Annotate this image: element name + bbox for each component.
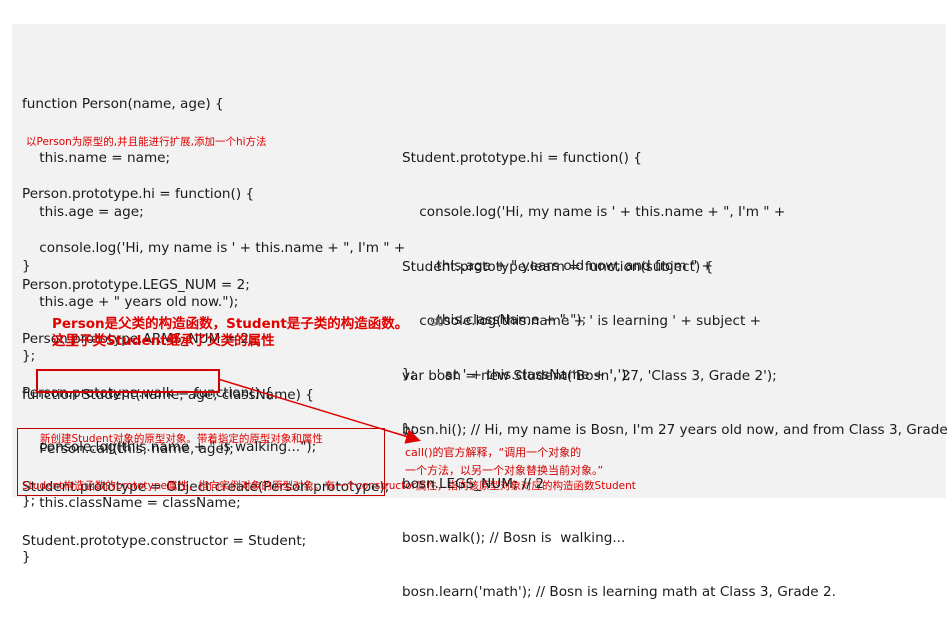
annotation-arrow xyxy=(217,378,421,444)
code-line: Student.prototype.constructor = Student; xyxy=(22,533,307,549)
code-line: bosn.walk(); // Bosn is walking... xyxy=(402,530,626,546)
code-line: bosn.learn('math'); // Bosn is learning … xyxy=(402,584,836,600)
